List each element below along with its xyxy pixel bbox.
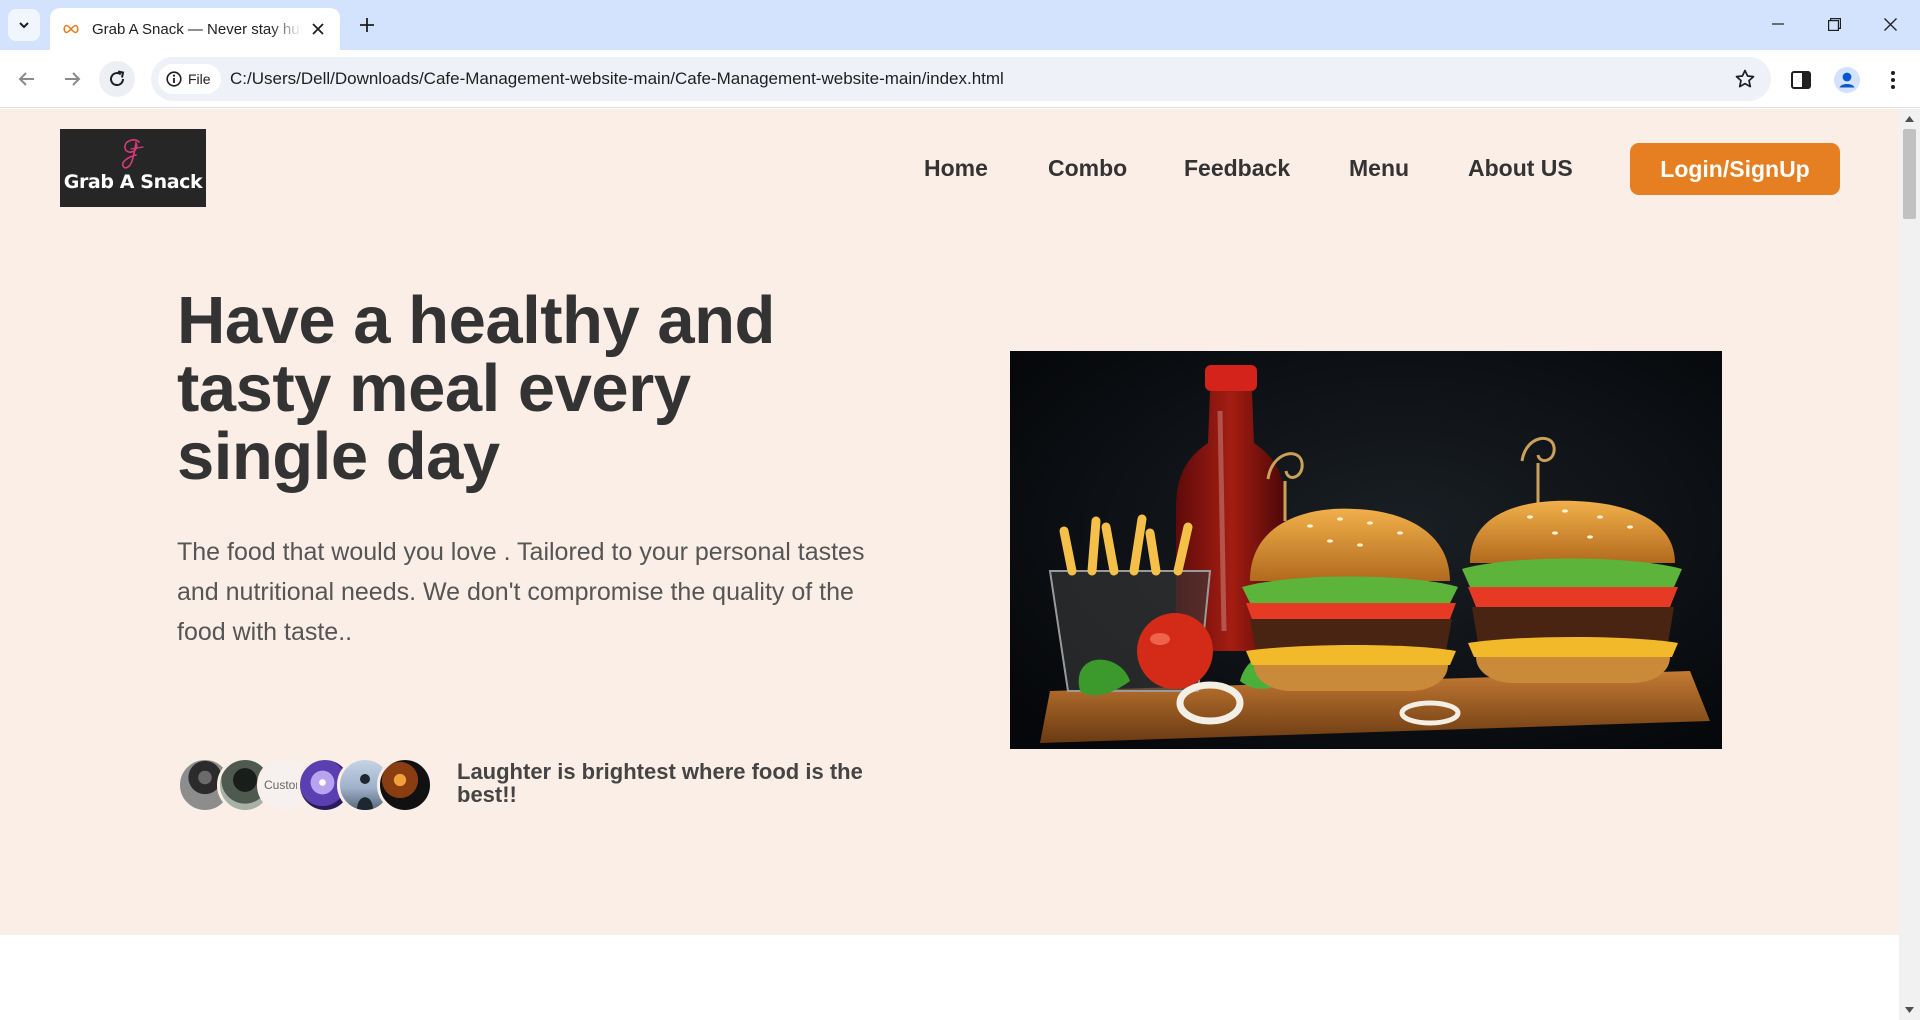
- scroll-up-arrow-icon[interactable]: [1899, 111, 1920, 127]
- scrollbar-thumb[interactable]: [1903, 129, 1916, 219]
- page-viewport: Grab A Snack Home Combo Feedback Menu Ab…: [0, 109, 1899, 1020]
- browser-menu-button[interactable]: [1878, 65, 1908, 95]
- side-panel-button[interactable]: [1786, 65, 1816, 95]
- arrow-right-icon: [65, 72, 81, 86]
- arrow-left-icon: [18, 72, 34, 86]
- info-icon: [166, 71, 182, 87]
- browser-tab-strip: Grab A Snack — Never stay hungry: [0, 0, 1920, 50]
- close-window-button[interactable]: [1862, 0, 1918, 48]
- hero-burger-image: [1010, 351, 1722, 749]
- profile-button[interactable]: [1832, 65, 1862, 95]
- minimize-button[interactable]: [1750, 0, 1806, 48]
- restore-button[interactable]: [1806, 0, 1862, 48]
- login-signup-button[interactable]: Login/SignUp: [1630, 143, 1840, 195]
- hero-description: The food that would you love . Tailored …: [177, 538, 865, 646]
- browser-tab[interactable]: Grab A Snack — Never stay hungry: [50, 8, 340, 50]
- page-scrollbar[interactable]: [1899, 109, 1920, 1020]
- script-g-monogram-icon: [121, 139, 144, 169]
- forward-button[interactable]: [54, 61, 90, 97]
- reload-button[interactable]: [99, 61, 135, 97]
- browser-toolbar: File C:/Users/Dell/Downloads/Cafe-Manage…: [0, 50, 1920, 108]
- address-bar[interactable]: File C:/Users/Dell/Downloads/Cafe-Manage…: [151, 57, 1771, 101]
- nav-link-combo[interactable]: Combo: [1048, 155, 1127, 182]
- side-panel-icon: [1791, 71, 1811, 89]
- url-text[interactable]: C:/Users/Dell/Downloads/Cafe-Management-…: [230, 69, 1004, 89]
- close-tab-icon[interactable]: [308, 19, 328, 39]
- logo-text: Grab A Snack: [63, 171, 203, 193]
- scroll-down-arrow-icon[interactable]: [1899, 1002, 1920, 1018]
- restore-icon: [1827, 17, 1841, 31]
- hero-headline: Have a healthy and tasty meal every sing…: [177, 283, 775, 494]
- site-chip-label: File: [188, 71, 211, 87]
- new-tab-button[interactable]: [353, 11, 381, 39]
- infinity-icon: [62, 20, 80, 38]
- bookmark-button[interactable]: [1733, 67, 1757, 91]
- avatars-caption: Laughter is brightest where food is the …: [457, 759, 863, 807]
- tab-search-button[interactable]: [8, 9, 40, 41]
- minimize-icon: [1772, 23, 1784, 25]
- site-logo[interactable]: Grab A Snack: [60, 129, 206, 207]
- burger-photo-illustration: [1010, 351, 1722, 749]
- nav-link-about-us[interactable]: About US: [1468, 155, 1573, 182]
- nav-link-menu[interactable]: Menu: [1349, 155, 1409, 182]
- star-icon: [1735, 69, 1755, 88]
- reload-icon: [110, 70, 125, 87]
- nav-link-feedback[interactable]: Feedback: [1184, 155, 1290, 182]
- plus-icon: [360, 18, 374, 32]
- tab-title: Grab A Snack — Never stay hungry: [92, 20, 302, 38]
- more-vertical-icon: [1891, 71, 1895, 89]
- customer-avatars: Customer photo: [177, 757, 437, 813]
- nav-link-home[interactable]: Home: [924, 155, 988, 182]
- hero-section: Grab A Snack Home Combo Feedback Menu Ab…: [0, 109, 1899, 935]
- profile-avatar-icon: [1834, 67, 1860, 93]
- customer-avatar: [377, 757, 433, 813]
- site-info-chip[interactable]: File: [158, 64, 221, 94]
- chevron-down-icon: [19, 22, 29, 29]
- back-button[interactable]: [9, 61, 45, 97]
- close-icon: [1883, 17, 1897, 31]
